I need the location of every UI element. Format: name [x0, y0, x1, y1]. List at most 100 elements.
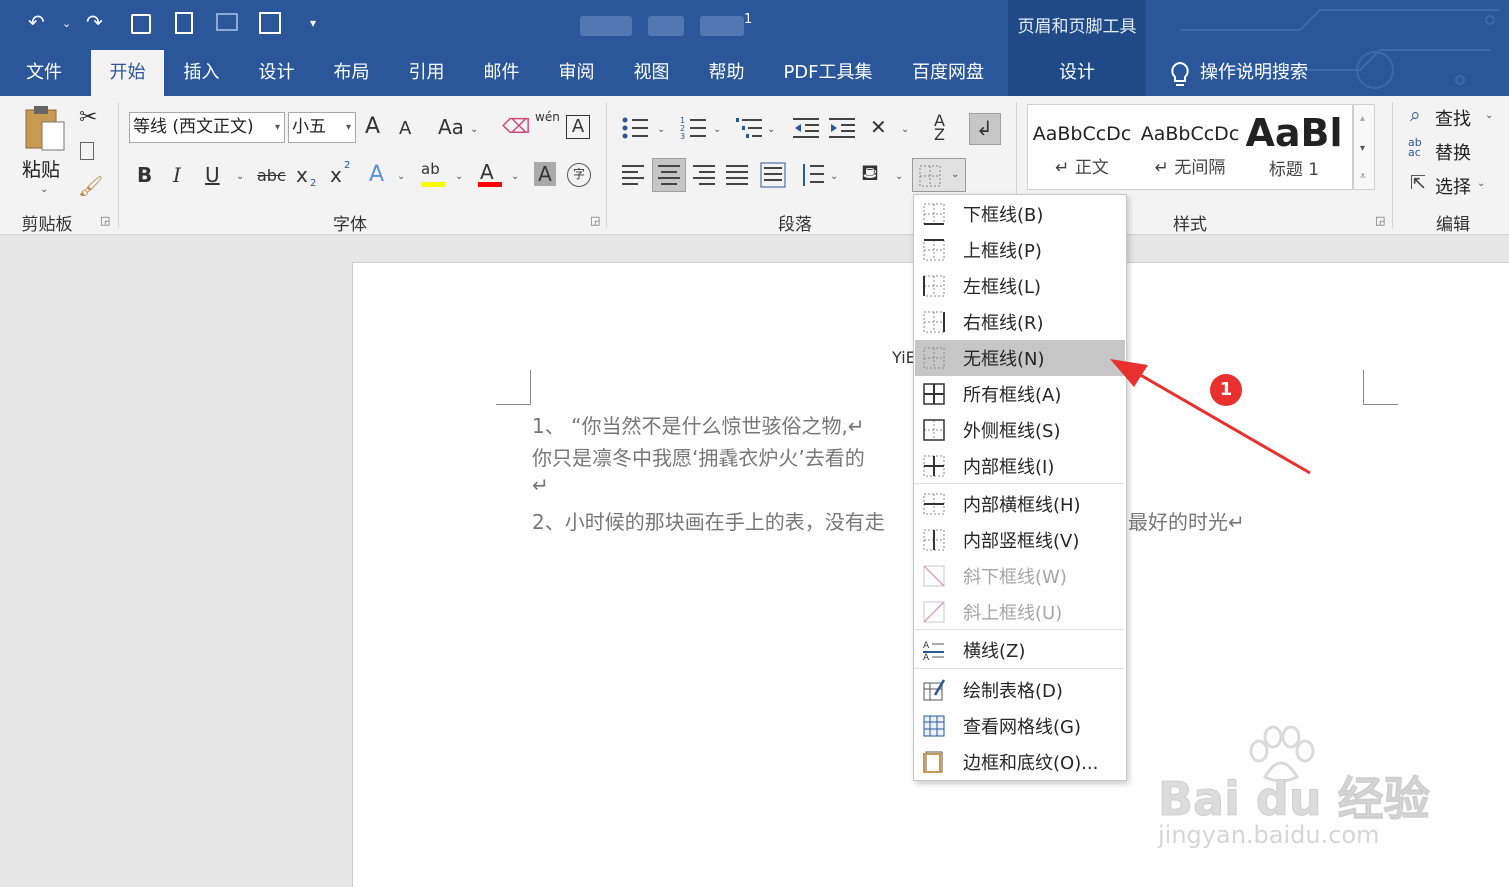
save-icon[interactable] — [131, 14, 151, 34]
paste-dropdown-icon[interactable]: ⌄ — [40, 184, 48, 195]
document-line[interactable]: 你只是凛冬中我愿‘拥毳衣炉火’去看的 — [532, 442, 865, 471]
underline-button[interactable]: U — [205, 163, 220, 187]
chevron-down-icon[interactable]: ⌄ — [951, 169, 959, 180]
highlight-icon[interactable]: ab — [421, 160, 440, 178]
touch-mode-icon[interactable] — [216, 13, 238, 31]
print-preview-icon[interactable] — [175, 12, 193, 34]
multilevel-list-icon[interactable] — [736, 116, 766, 140]
document-line[interactable]: 2、小时候的那块画在手上的表，没有走 — [532, 506, 885, 535]
character-border-icon[interactable]: A — [566, 115, 590, 139]
character-shading-icon[interactable]: A — [534, 162, 556, 186]
menu-item-bottom-border[interactable]: 下框线(B) — [915, 196, 1125, 232]
increase-indent-icon[interactable] — [829, 116, 857, 140]
decrease-indent-icon[interactable] — [793, 116, 821, 140]
tab-header-footer-design[interactable]: 设计 — [1008, 50, 1146, 96]
menu-item-top-border[interactable]: 上框线(P) — [915, 232, 1125, 268]
qat-more-icon[interactable]: ▾ — [310, 16, 316, 30]
chevron-down-icon[interactable]: ⌄ — [895, 171, 903, 182]
paste-icon[interactable] — [22, 104, 68, 154]
font-name-combo[interactable]: 等线 (西文正文) ▾ — [129, 112, 285, 143]
borders-button[interactable]: ⌄ — [912, 158, 966, 192]
select-button[interactable]: 选择 — [1435, 173, 1471, 199]
menu-item-horizontal-line[interactable]: A A 横线(Z) — [915, 632, 1125, 668]
paste-button-label[interactable]: 粘贴 — [22, 155, 60, 182]
tab-design[interactable]: 设计 — [239, 50, 314, 96]
line-spacing-icon[interactable] — [800, 162, 826, 188]
sort-icon[interactable]: AZ — [934, 113, 945, 143]
font-launcher-icon[interactable]: ◲ — [590, 214, 600, 227]
shrink-font-icon[interactable]: A — [399, 118, 411, 139]
redo-icon[interactable]: ↷ — [86, 10, 103, 34]
font-size-combo[interactable]: 小五 ▾ — [288, 112, 356, 143]
chevron-down-icon[interactable]: ⌄ — [470, 124, 478, 135]
tab-references[interactable]: 引用 — [389, 50, 464, 96]
style-heading-1[interactable]: AaBl 标题 1 — [1244, 105, 1344, 189]
chevron-down-icon[interactable]: ⌄ — [397, 171, 405, 182]
text-effects-icon[interactable]: A — [369, 162, 384, 187]
menu-item-inside-vertical-border[interactable]: 内部竖框线(V) — [915, 522, 1125, 558]
change-case-icon[interactable]: Aa — [438, 115, 464, 139]
cut-icon[interactable]: ✂ — [79, 105, 97, 130]
strikethrough-button[interactable]: abc — [257, 166, 286, 185]
menu-item-outside-borders[interactable]: 外侧框线(S) — [915, 412, 1125, 448]
document-line-tail[interactable]: 最好的时光↵ — [1128, 506, 1245, 535]
numbering-icon[interactable]: 123 — [680, 116, 710, 140]
distributed-icon[interactable] — [760, 162, 786, 188]
menu-item-left-border[interactable]: 左框线(L) — [915, 268, 1125, 304]
undo-dropdown-icon[interactable]: ⌄ — [62, 17, 71, 30]
style-normal[interactable]: AaBbCcDc ↵ 正文 — [1028, 105, 1136, 189]
phonetic-guide-icon[interactable]: wén — [535, 110, 560, 124]
chevron-down-icon[interactable]: ⌄ — [657, 124, 665, 135]
show-formatting-marks-button[interactable]: ↲ — [969, 113, 1001, 145]
chevron-down-icon[interactable]: ⌄ — [713, 124, 721, 135]
menu-item-inside-horizontal-border[interactable]: 内部横框线(H) — [915, 486, 1125, 522]
chevron-down-icon[interactable]: ⌄ — [1477, 178, 1485, 189]
chevron-down-icon[interactable]: ⌄ — [830, 171, 838, 182]
align-center-button[interactable] — [652, 158, 686, 192]
chevron-down-icon[interactable]: ⌄ — [1485, 110, 1493, 121]
customize-icon[interactable] — [259, 12, 281, 34]
clear-formatting-icon[interactable]: ⌫ — [502, 114, 530, 138]
chevron-down-icon[interactable]: ▾ — [275, 113, 280, 142]
menu-item-draw-table[interactable]: 绘制表格(D) — [915, 672, 1125, 708]
tab-review[interactable]: 审阅 — [539, 50, 614, 96]
menu-item-borders-shading[interactable]: 边框和底纹(O)... — [915, 744, 1125, 780]
bullets-icon[interactable] — [622, 116, 652, 140]
menu-item-no-border[interactable]: 无框线(N) — [915, 340, 1125, 376]
chevron-down-icon[interactable]: ⌄ — [236, 171, 244, 182]
chevron-down-icon[interactable]: ⌄ — [455, 171, 463, 182]
style-no-spacing[interactable]: AaBbCcDc ↵ 无间隔 — [1136, 105, 1244, 189]
italic-button[interactable]: I — [173, 163, 181, 187]
chevron-down-icon[interactable]: ▾ — [346, 113, 351, 142]
font-color-icon[interactable]: A — [480, 160, 494, 184]
subscript-button[interactable]: x — [296, 163, 308, 187]
align-right-icon[interactable] — [693, 164, 717, 186]
find-button[interactable]: 查找 — [1435, 105, 1471, 131]
document-line[interactable]: 1、 “你当然不是什么惊世骇俗之物,↵ — [532, 410, 865, 439]
chevron-down-icon[interactable]: ⌄ — [767, 124, 775, 135]
format-painter-icon[interactable]: 🖌 — [78, 174, 103, 198]
tell-me-search[interactable]: 操作说明搜索 — [1200, 50, 1330, 96]
align-left-icon[interactable] — [622, 164, 646, 186]
scroll-down-icon[interactable]: ▾ — [1360, 143, 1365, 154]
bold-button[interactable]: B — [137, 163, 152, 187]
enclose-characters-icon[interactable]: 字 — [567, 163, 591, 187]
tab-home[interactable]: 开始 — [91, 50, 164, 96]
menu-item-right-border[interactable]: 右框线(R) — [915, 304, 1125, 340]
tab-help[interactable]: 帮助 — [689, 50, 764, 96]
justify-icon[interactable] — [726, 164, 750, 186]
tab-mailings[interactable]: 邮件 — [464, 50, 539, 96]
shading-icon[interactable]: ⛾ — [861, 161, 879, 189]
clipboard-launcher-icon[interactable]: ◲ — [100, 214, 110, 227]
menu-item-all-borders[interactable]: 所有框线(A) — [915, 376, 1125, 412]
tab-layout[interactable]: 布局 — [314, 50, 389, 96]
tab-pdf-tools[interactable]: PDF工具集 — [764, 50, 892, 96]
menu-item-view-gridlines[interactable]: 查看网格线(G) — [915, 708, 1125, 744]
document-line[interactable]: ↵ — [532, 473, 549, 497]
tab-insert[interactable]: 插入 — [164, 50, 239, 96]
chinese-layout-icon[interactable]: ✕ — [870, 115, 887, 139]
menu-item-inside-borders[interactable]: 内部框线(I) — [915, 448, 1125, 484]
copy-icon[interactable] — [80, 142, 94, 160]
undo-icon[interactable]: ↶ — [28, 10, 45, 34]
replace-button[interactable]: 替换 — [1435, 139, 1471, 165]
